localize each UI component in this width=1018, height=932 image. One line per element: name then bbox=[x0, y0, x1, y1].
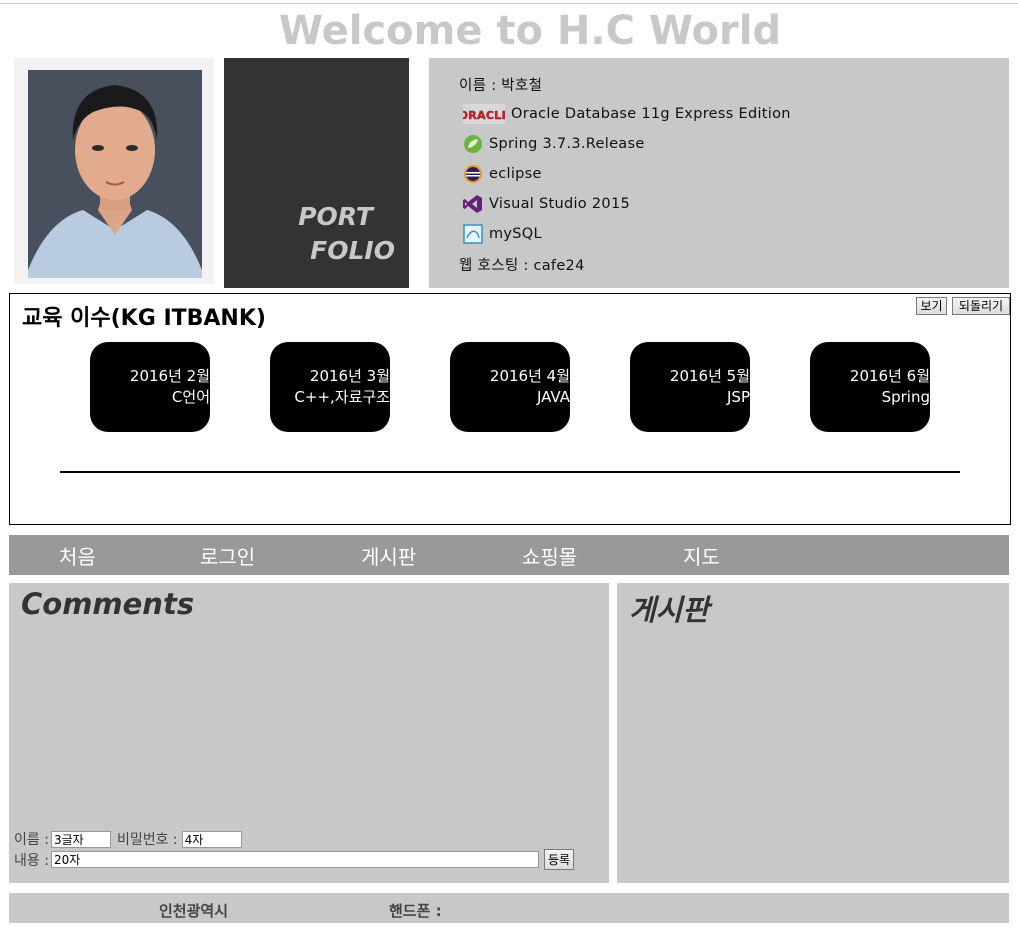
course-subject: JAVA bbox=[536, 388, 570, 406]
comment-author-row: 이름 : 비밀번호 : bbox=[14, 829, 242, 849]
tool-label-spring: Spring 3.7.3.Release bbox=[489, 136, 645, 152]
comment-content-row: 내용 : 등록 bbox=[14, 849, 575, 870]
course-subject: C++,자료구조 bbox=[294, 388, 390, 406]
footer: 인천광역시 핸드폰 : bbox=[9, 893, 1009, 923]
course-subject: Spring bbox=[881, 388, 930, 406]
footer-phone-label: 핸드폰 : bbox=[389, 902, 442, 920]
course-card: 2016년 6월 Spring bbox=[810, 342, 930, 432]
revert-button[interactable]: 되돌리기 bbox=[952, 297, 1010, 315]
mysql-icon bbox=[463, 224, 483, 244]
footer-city: 인천광역시 bbox=[159, 902, 229, 920]
tool-row-spring: Spring 3.7.3.Release bbox=[463, 133, 645, 155]
profile-photo bbox=[28, 70, 202, 278]
course-card: 2016년 5월 JSP bbox=[630, 342, 750, 432]
web-hosting: 웹 호스팅 : cafe24 bbox=[459, 257, 585, 274]
comments-title: Comments bbox=[21, 587, 195, 621]
course-date: 2016년 3월 bbox=[309, 367, 390, 385]
portfolio-box: PORT FOLIO bbox=[224, 58, 409, 288]
tool-row-visual-studio: Visual Studio 2015 bbox=[463, 193, 630, 215]
main-nav: 처음 로그인 게시판 쇼핑몰 지도 bbox=[9, 535, 1009, 575]
comments-panel: Comments 이름 : 비밀번호 : 내용 : 등록 bbox=[9, 583, 609, 883]
name-input[interactable] bbox=[50, 830, 111, 848]
eclipse-icon bbox=[463, 164, 483, 184]
course-date: 2016년 5월 bbox=[669, 367, 750, 385]
content-input[interactable] bbox=[50, 851, 539, 868]
view-button[interactable]: 보기 bbox=[916, 297, 947, 315]
tool-row-oracle: ORACLE Oracle Database 11g Express Editi… bbox=[463, 103, 791, 125]
course-date: 2016년 6월 bbox=[849, 367, 930, 385]
name-label: 이름 : bbox=[14, 832, 49, 848]
tool-label-oracle: Oracle Database 11g Express Edition bbox=[511, 106, 791, 122]
nav-item-login[interactable]: 로그인 bbox=[200, 541, 255, 570]
tool-label-mysql: mySQL bbox=[489, 226, 542, 242]
content-label: 내용 : bbox=[14, 852, 49, 869]
tool-row-mysql: mySQL bbox=[463, 223, 542, 245]
course-card: 2016년 2월 C언어 bbox=[90, 342, 210, 432]
education-section: 교육 이수(KG ITBANK) 보기 되돌리기 2016년 2월 C언어 20… bbox=[9, 293, 1011, 525]
visual-studio-icon bbox=[463, 194, 483, 214]
submit-comment-button[interactable]: 등록 bbox=[543, 849, 575, 870]
password-label: 비밀번호 : bbox=[116, 832, 178, 848]
site-title: Welcome to H.C World bbox=[278, 8, 782, 54]
course-date: 2016년 2월 bbox=[129, 367, 210, 385]
tool-label-eclipse: eclipse bbox=[489, 166, 542, 182]
timeline-divider bbox=[60, 471, 960, 473]
portfolio-line-1: PORT bbox=[298, 202, 373, 231]
portfolio-line-2: FOLIO bbox=[310, 236, 395, 265]
profile-name: 이름 : 박호철 bbox=[459, 77, 543, 94]
tool-label-visual-studio: Visual Studio 2015 bbox=[489, 196, 630, 212]
oracle-logo-text: ORACLE bbox=[463, 109, 505, 122]
top-border-line bbox=[0, 3, 1018, 4]
course-subject: JSP bbox=[727, 388, 750, 406]
password-input[interactable] bbox=[181, 830, 242, 848]
spring-leaf-icon bbox=[463, 134, 483, 154]
profile-photo-frame bbox=[14, 58, 214, 284]
course-card: 2016년 3월 C++,자료구조 bbox=[270, 342, 390, 432]
nav-item-map[interactable]: 지도 bbox=[683, 541, 720, 570]
board-title: 게시판 bbox=[629, 593, 710, 627]
nav-item-home[interactable]: 처음 bbox=[59, 541, 96, 570]
oracle-logo-icon: ORACLE bbox=[463, 104, 505, 124]
course-card: 2016년 4월 JAVA bbox=[450, 342, 570, 432]
nav-item-shop[interactable]: 쇼핑몰 bbox=[522, 541, 577, 570]
education-title: 교육 이수(KG ITBANK) bbox=[22, 306, 266, 331]
nav-item-board[interactable]: 게시판 bbox=[361, 541, 416, 570]
tool-row-eclipse: eclipse bbox=[463, 163, 542, 185]
course-subject: C언어 bbox=[171, 388, 210, 406]
board-panel: 게시판 bbox=[617, 583, 1009, 883]
course-date: 2016년 4월 bbox=[489, 367, 570, 385]
profile-info-box: 이름 : 박호철 ORACLE Oracle Database 11g Expr… bbox=[429, 58, 1009, 288]
